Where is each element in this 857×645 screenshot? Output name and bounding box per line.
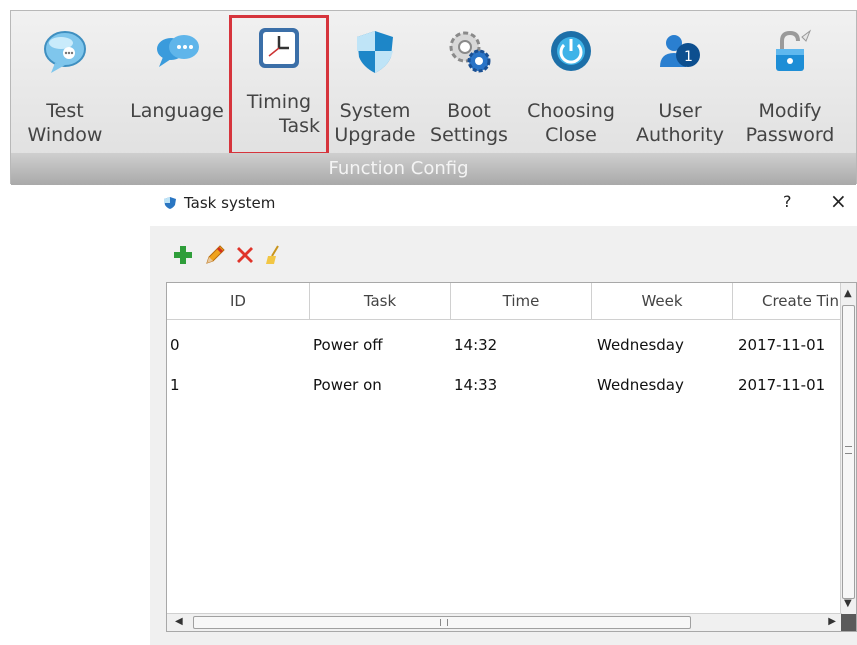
button-label: Upgrade xyxy=(334,124,416,146)
column-header-time[interactable]: Time xyxy=(451,283,592,319)
grip-icon xyxy=(440,619,448,626)
cell-task: Power off xyxy=(313,336,383,354)
button-label: Modify xyxy=(758,100,822,122)
system-upgrade-button[interactable]: System Upgrade xyxy=(329,21,421,151)
ribbon-buttons: Test Window Language Timing Task System … xyxy=(11,11,856,155)
gear-icon xyxy=(449,31,491,73)
speech-bubbles-icon xyxy=(157,35,199,67)
button-label: System xyxy=(339,100,411,122)
scroll-right-icon[interactable]: ▶ xyxy=(828,617,836,627)
table-row[interactable]: 1 Power on 14:33 Wednesday 2017-11-01 xyxy=(167,369,842,401)
test-window-button[interactable]: Test Window xyxy=(11,21,119,151)
button-label: Test xyxy=(46,100,84,122)
column-header-id[interactable]: ID xyxy=(167,283,310,319)
cell-id: 0 xyxy=(170,336,180,354)
button-label: Close xyxy=(545,124,597,146)
users-icon: 1 xyxy=(660,35,700,67)
scroll-left-icon[interactable]: ◀ xyxy=(175,617,183,627)
cell-task: Power on xyxy=(313,376,382,394)
grip-icon xyxy=(845,446,852,454)
choosing-close-button[interactable]: Choosing Close xyxy=(517,21,625,151)
button-label: Boot xyxy=(447,100,491,122)
scroll-down-icon[interactable]: ▼ xyxy=(844,599,852,609)
table-row[interactable]: 0 Power off 14:32 Wednesday 2017-11-01 xyxy=(167,329,842,361)
scroll-up-icon[interactable]: ▲ xyxy=(844,289,852,299)
x-icon[interactable] xyxy=(234,244,256,266)
button-label: Task xyxy=(278,115,320,137)
button-label: Authority xyxy=(636,124,724,146)
chat-bubble-icon xyxy=(44,31,86,73)
shield-icon xyxy=(357,31,393,73)
pencil-icon[interactable] xyxy=(204,244,226,266)
ribbon: Test Window Language Timing Task System … xyxy=(10,10,857,185)
cell-week: Wednesday xyxy=(597,376,684,394)
cell-id: 1 xyxy=(170,376,180,394)
horizontal-scrollbar[interactable]: ◀ ▶ xyxy=(167,613,842,631)
timing-task-button[interactable]: Timing Task xyxy=(229,15,329,155)
help-button[interactable]: ? xyxy=(783,192,792,211)
button-label: Choosing xyxy=(527,100,615,122)
app-shield-icon xyxy=(164,197,176,209)
button-label: Password xyxy=(745,124,835,146)
button-label: Timing xyxy=(246,91,312,113)
cell-create-time: 2017-11-01 xyxy=(738,336,826,354)
column-header-week[interactable]: Week xyxy=(592,283,733,319)
ribbon-group-label: Function Config xyxy=(11,153,856,185)
scrollbar-corner xyxy=(841,614,856,631)
column-header-create-time[interactable]: Create Tin xyxy=(733,283,843,319)
power-icon xyxy=(551,31,591,71)
cell-create-time: 2017-11-01 xyxy=(738,376,826,394)
boot-settings-button[interactable]: Boot Settings xyxy=(423,21,515,151)
button-label: Settings xyxy=(430,124,508,146)
group-label-text: Function Config xyxy=(328,158,469,179)
button-label: Window xyxy=(27,124,103,146)
table-header: ID Task Time Week Create Tin xyxy=(167,283,856,320)
cell-time: 14:33 xyxy=(454,376,498,394)
column-header-task[interactable]: Task xyxy=(310,283,451,319)
vertical-scrollbar[interactable]: ▲ ▼ xyxy=(840,283,856,615)
user-authority-button[interactable]: 1 User Authority xyxy=(627,21,733,151)
modify-password-button[interactable]: Modify Password xyxy=(735,21,845,151)
close-button[interactable]: × xyxy=(830,189,847,213)
button-label: User xyxy=(658,100,702,122)
vertical-scroll-thumb[interactable] xyxy=(842,305,855,599)
language-button[interactable]: Language xyxy=(121,21,233,151)
cell-time: 14:32 xyxy=(454,336,498,354)
horizontal-scroll-thumb[interactable] xyxy=(193,616,691,629)
clock-icon xyxy=(259,28,299,68)
svg-text:1: 1 xyxy=(684,49,693,65)
cell-week: Wednesday xyxy=(597,336,684,354)
task-table: ID Task Time Week Create Tin 0 Power off… xyxy=(166,282,857,632)
broom-icon[interactable] xyxy=(262,244,284,266)
lock-icon xyxy=(776,29,812,71)
button-label: Language xyxy=(130,100,224,122)
dialog-title: Task system xyxy=(184,194,276,212)
plus-icon[interactable] xyxy=(172,244,194,266)
